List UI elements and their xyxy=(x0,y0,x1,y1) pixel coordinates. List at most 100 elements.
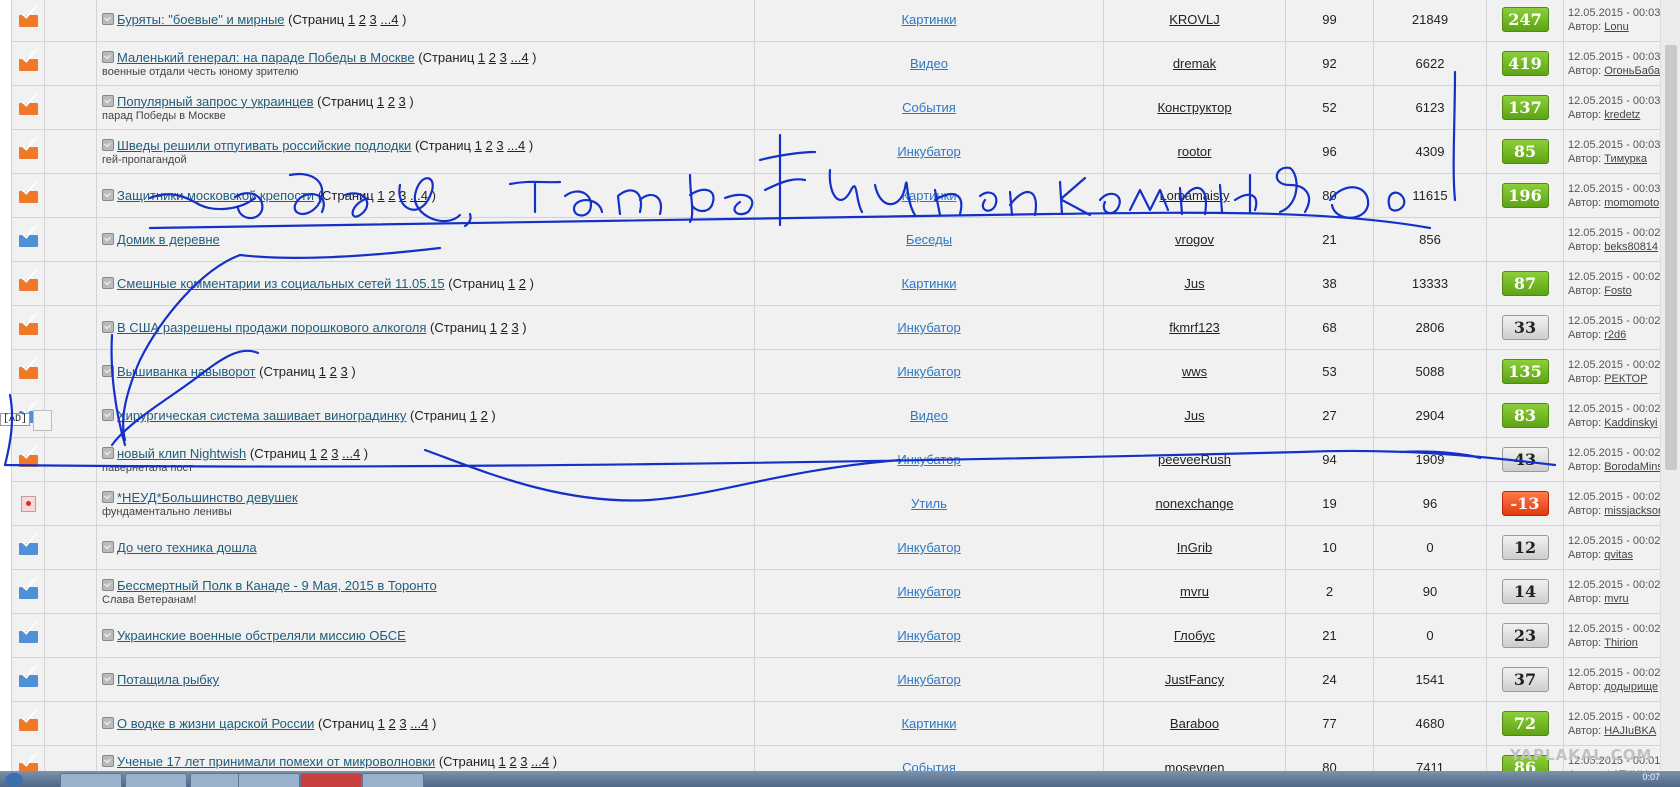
author-link[interactable]: nonexchange xyxy=(1155,496,1233,511)
category-link[interactable]: Инкубатор xyxy=(897,584,960,599)
category-link[interactable]: Картинки xyxy=(901,716,956,731)
author-link[interactable]: InGrib xyxy=(1177,540,1212,555)
category-link[interactable]: Видео xyxy=(910,408,948,423)
topic-preview-icon[interactable] xyxy=(102,629,114,641)
page-link[interactable]: 2 xyxy=(388,188,395,203)
read-envelope-icon[interactable] xyxy=(18,234,38,247)
topic-title-link[interactable]: Украинские военные обстреляли миссию ОБС… xyxy=(117,628,406,643)
topic-title-link[interactable]: До чего техника дошла xyxy=(117,540,257,555)
topic-title-link[interactable]: Хирургическая система зашивает виногради… xyxy=(117,408,406,423)
last-post-user-link[interactable]: missjackson xyxy=(1604,505,1664,517)
page-link[interactable]: 2 xyxy=(501,320,508,335)
page-link[interactable]: 1 xyxy=(378,716,385,731)
rating-badge[interactable]: 247 xyxy=(1501,7,1549,32)
page-link[interactable]: 2 xyxy=(519,276,526,291)
topic-preview-icon[interactable] xyxy=(102,233,114,245)
topic-title-link[interactable]: Маленький генерал: на параде Победы в Мо… xyxy=(117,50,415,65)
page-link[interactable]: 2 xyxy=(485,138,492,153)
unread-envelope-icon[interactable] xyxy=(18,322,38,335)
rating-badge[interactable]: 135 xyxy=(1501,359,1549,384)
rating-badge[interactable]: 137 xyxy=(1501,95,1549,120)
last-post-user-link[interactable]: qvitas xyxy=(1604,549,1633,561)
category-link[interactable]: Инкубатор xyxy=(897,672,960,687)
page-link[interactable]: ...4 xyxy=(410,716,428,731)
taskbar-browser-icon[interactable] xyxy=(238,773,300,787)
author-link[interactable]: rootor xyxy=(1178,144,1212,159)
page-link[interactable]: 1 xyxy=(310,446,317,461)
last-post-user-link[interactable]: r2d6 xyxy=(1604,329,1626,341)
topic-title-link[interactable]: Смешные комментарии из социальных сетей … xyxy=(117,276,445,291)
rating-badge[interactable]: 33 xyxy=(1501,315,1549,340)
category-link[interactable]: Картинки xyxy=(901,12,956,27)
category-link[interactable]: Утиль xyxy=(911,496,947,511)
page-link[interactable]: ...4 xyxy=(510,50,528,65)
last-post-user-link[interactable]: kredetz xyxy=(1604,109,1640,121)
page-link[interactable]: 1 xyxy=(490,320,497,335)
category-link[interactable]: Картинки xyxy=(901,188,956,203)
unread-envelope-icon[interactable] xyxy=(18,102,38,115)
topic-preview-icon[interactable] xyxy=(102,541,114,553)
unread-envelope-icon[interactable] xyxy=(18,366,38,379)
topic-title-link[interactable]: Ученые 17 лет принимали помехи от микров… xyxy=(117,754,435,769)
unread-envelope-icon[interactable] xyxy=(18,146,38,159)
rating-badge[interactable]: 196 xyxy=(1501,183,1549,208)
page-link[interactable]: 2 xyxy=(330,364,337,379)
last-post-user-link[interactable]: ОгоньБаба xyxy=(1604,65,1660,77)
topic-preview-icon[interactable] xyxy=(102,138,114,151)
author-link[interactable]: Jus xyxy=(1184,408,1204,423)
topic-title-link[interactable]: Шведы решили отпугивать российские подло… xyxy=(117,138,411,153)
author-link[interactable]: KROVLJ xyxy=(1169,12,1220,27)
page-link[interactable]: 2 xyxy=(320,446,327,461)
category-link[interactable]: Инкубатор xyxy=(897,540,960,555)
page-link[interactable]: ...4 xyxy=(380,12,398,27)
page-link[interactable]: 2 xyxy=(359,12,366,27)
alert-topic-icon[interactable] xyxy=(20,495,36,512)
topic-title-link[interactable]: В США разрешены продажи порошкового алко… xyxy=(117,320,426,335)
author-link[interactable]: Конструктор xyxy=(1157,100,1231,115)
topic-title-link[interactable]: Популярный запрос у украинцев xyxy=(117,94,314,109)
last-post-user-link[interactable]: beks80814 xyxy=(1604,241,1658,253)
page-link[interactable]: 1 xyxy=(348,12,355,27)
author-link[interactable]: wws xyxy=(1182,364,1207,379)
author-link[interactable]: Baraboo xyxy=(1170,716,1219,731)
unread-envelope-icon[interactable] xyxy=(18,14,38,27)
topic-preview-icon[interactable] xyxy=(102,50,114,63)
category-link[interactable]: Инкубатор xyxy=(897,320,960,335)
category-link[interactable]: Видео xyxy=(910,56,948,71)
topic-title-link[interactable]: Бессмертный Полк в Канаде - 9 Мая, 2015 … xyxy=(117,578,437,593)
read-envelope-icon[interactable] xyxy=(18,674,38,687)
page-link[interactable]: 1 xyxy=(377,94,384,109)
page-link[interactable]: 1 xyxy=(508,276,515,291)
topic-title-link[interactable]: Вышиванка навыворот xyxy=(117,364,255,379)
page-link[interactable]: 2 xyxy=(489,50,496,65)
last-post-user-link[interactable]: HAJIuBKA xyxy=(1604,725,1656,737)
topic-title-link[interactable]: *НЕУД*Большинство девушек xyxy=(117,490,298,505)
page-link[interactable]: 2 xyxy=(481,408,488,423)
topic-preview-icon[interactable] xyxy=(102,409,114,421)
topic-title-link[interactable]: Защитники московской крепости xyxy=(117,188,314,203)
author-link[interactable]: dremak xyxy=(1173,56,1216,71)
page-link[interactable]: 3 xyxy=(399,94,406,109)
unread-envelope-icon[interactable] xyxy=(18,190,38,203)
topic-preview-icon[interactable] xyxy=(102,94,114,107)
topic-preview-icon[interactable] xyxy=(102,189,114,201)
rating-badge[interactable]: 43 xyxy=(1501,447,1549,472)
author-link[interactable]: peeveeRush xyxy=(1158,452,1231,467)
unread-envelope-icon[interactable] xyxy=(18,718,38,731)
topic-preview-icon[interactable] xyxy=(102,490,114,503)
page-link[interactable]: ...4 xyxy=(507,138,525,153)
start-button[interactable] xyxy=(5,773,23,787)
page-link[interactable]: 3 xyxy=(399,716,406,731)
rating-badge[interactable]: 419 xyxy=(1501,51,1549,76)
rating-badge[interactable]: 12 xyxy=(1501,535,1549,560)
topic-preview-icon[interactable] xyxy=(102,717,114,729)
last-post-user-link[interactable]: додырище xyxy=(1604,681,1658,693)
author-link[interactable]: Глобус xyxy=(1174,628,1215,643)
category-link[interactable]: Инкубатор xyxy=(897,144,960,159)
unread-envelope-icon[interactable] xyxy=(18,278,38,291)
rating-badge[interactable]: 37 xyxy=(1501,667,1549,692)
topic-preview-icon[interactable] xyxy=(102,321,114,333)
rating-badge[interactable]: -13 xyxy=(1501,491,1549,516)
page-link[interactable]: 3 xyxy=(496,138,503,153)
rating-badge[interactable]: 85 xyxy=(1501,139,1549,164)
